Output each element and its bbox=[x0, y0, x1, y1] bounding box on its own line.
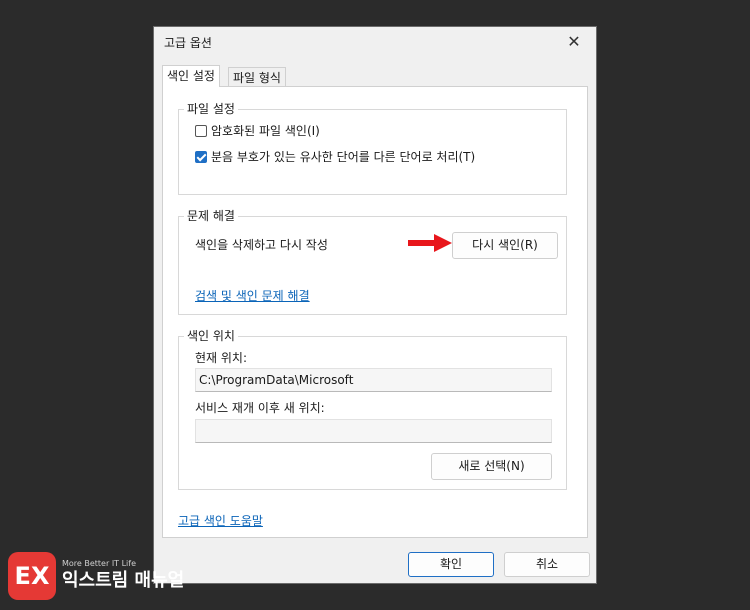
current-location-label: 현재 위치: bbox=[195, 351, 248, 365]
rebuild-index-button[interactable]: 다시 색인(R) bbox=[452, 232, 558, 259]
advanced-help-link[interactable]: 고급 색인 도움말 bbox=[178, 512, 263, 529]
checkbox-unchecked[interactable] bbox=[195, 125, 207, 137]
encrypted-files-label: 암호화된 파일 색인(I) bbox=[211, 124, 320, 138]
watermark-text: More Better IT Life 익스트림 매뉴얼 bbox=[62, 559, 184, 593]
checkbox-checked[interactable] bbox=[195, 151, 207, 163]
close-icon[interactable]: ✕ bbox=[552, 27, 596, 57]
file-settings-group: 파일 설정 암호화된 파일 색인(I) 분음 부호가 있는 유사한 단어를 다른… bbox=[178, 102, 567, 195]
select-new-button[interactable]: 새로 선택(N) bbox=[431, 453, 552, 480]
current-location-field: C:\ProgramData\Microsoft bbox=[195, 368, 552, 392]
tab-index-settings[interactable]: 색인 설정 bbox=[162, 65, 220, 87]
rebuild-description: 색인을 삭제하고 다시 작성 bbox=[195, 238, 328, 252]
brand-logo-icon: EX bbox=[8, 552, 56, 600]
encrypted-files-checkbox[interactable]: 암호화된 파일 색인(I) bbox=[195, 124, 320, 138]
new-location-field bbox=[195, 419, 552, 443]
diacritics-label: 분음 부호가 있는 유사한 단어를 다른 단어로 처리(T) bbox=[211, 150, 476, 164]
tab-file-types[interactable]: 파일 형식 bbox=[228, 67, 286, 87]
troubleshoot-group: 문제 해결 색인을 삭제하고 다시 작성 다시 색인(R) 검색 및 색인 문제… bbox=[178, 209, 567, 315]
cancel-button[interactable]: 취소 bbox=[504, 552, 590, 577]
troubleshoot-link[interactable]: 검색 및 색인 문제 해결 bbox=[195, 287, 310, 304]
new-location-label: 서비스 재개 이후 새 위치: bbox=[195, 401, 325, 415]
tab-panel: 파일 설정 암호화된 파일 색인(I) 분음 부호가 있는 유사한 단어를 다른… bbox=[162, 86, 588, 538]
index-location-group: 색인 위치 현재 위치: C:\ProgramData\Microsoft 서비… bbox=[178, 329, 567, 490]
watermark: EX More Better IT Life 익스트림 매뉴얼 bbox=[8, 552, 184, 600]
watermark-brand: 익스트림 매뉴얼 bbox=[62, 570, 185, 591]
diacritics-checkbox[interactable]: 분음 부호가 있는 유사한 단어를 다른 단어로 처리(T) bbox=[195, 150, 475, 164]
advanced-options-dialog: 고급 옵션 ✕ 색인 설정 파일 형식 파일 설정 암호화된 파일 색인(I) … bbox=[153, 26, 597, 584]
ok-button[interactable]: 확인 bbox=[408, 552, 494, 577]
index-location-label: 색인 위치 bbox=[184, 329, 238, 343]
file-settings-label: 파일 설정 bbox=[184, 102, 238, 116]
title-bar: 고급 옵션 ✕ bbox=[154, 27, 596, 57]
annotation-arrow-icon bbox=[408, 234, 452, 252]
dialog-title: 고급 옵션 bbox=[164, 36, 212, 50]
watermark-tagline: More Better IT Life bbox=[62, 559, 137, 568]
troubleshoot-label: 문제 해결 bbox=[184, 209, 238, 223]
